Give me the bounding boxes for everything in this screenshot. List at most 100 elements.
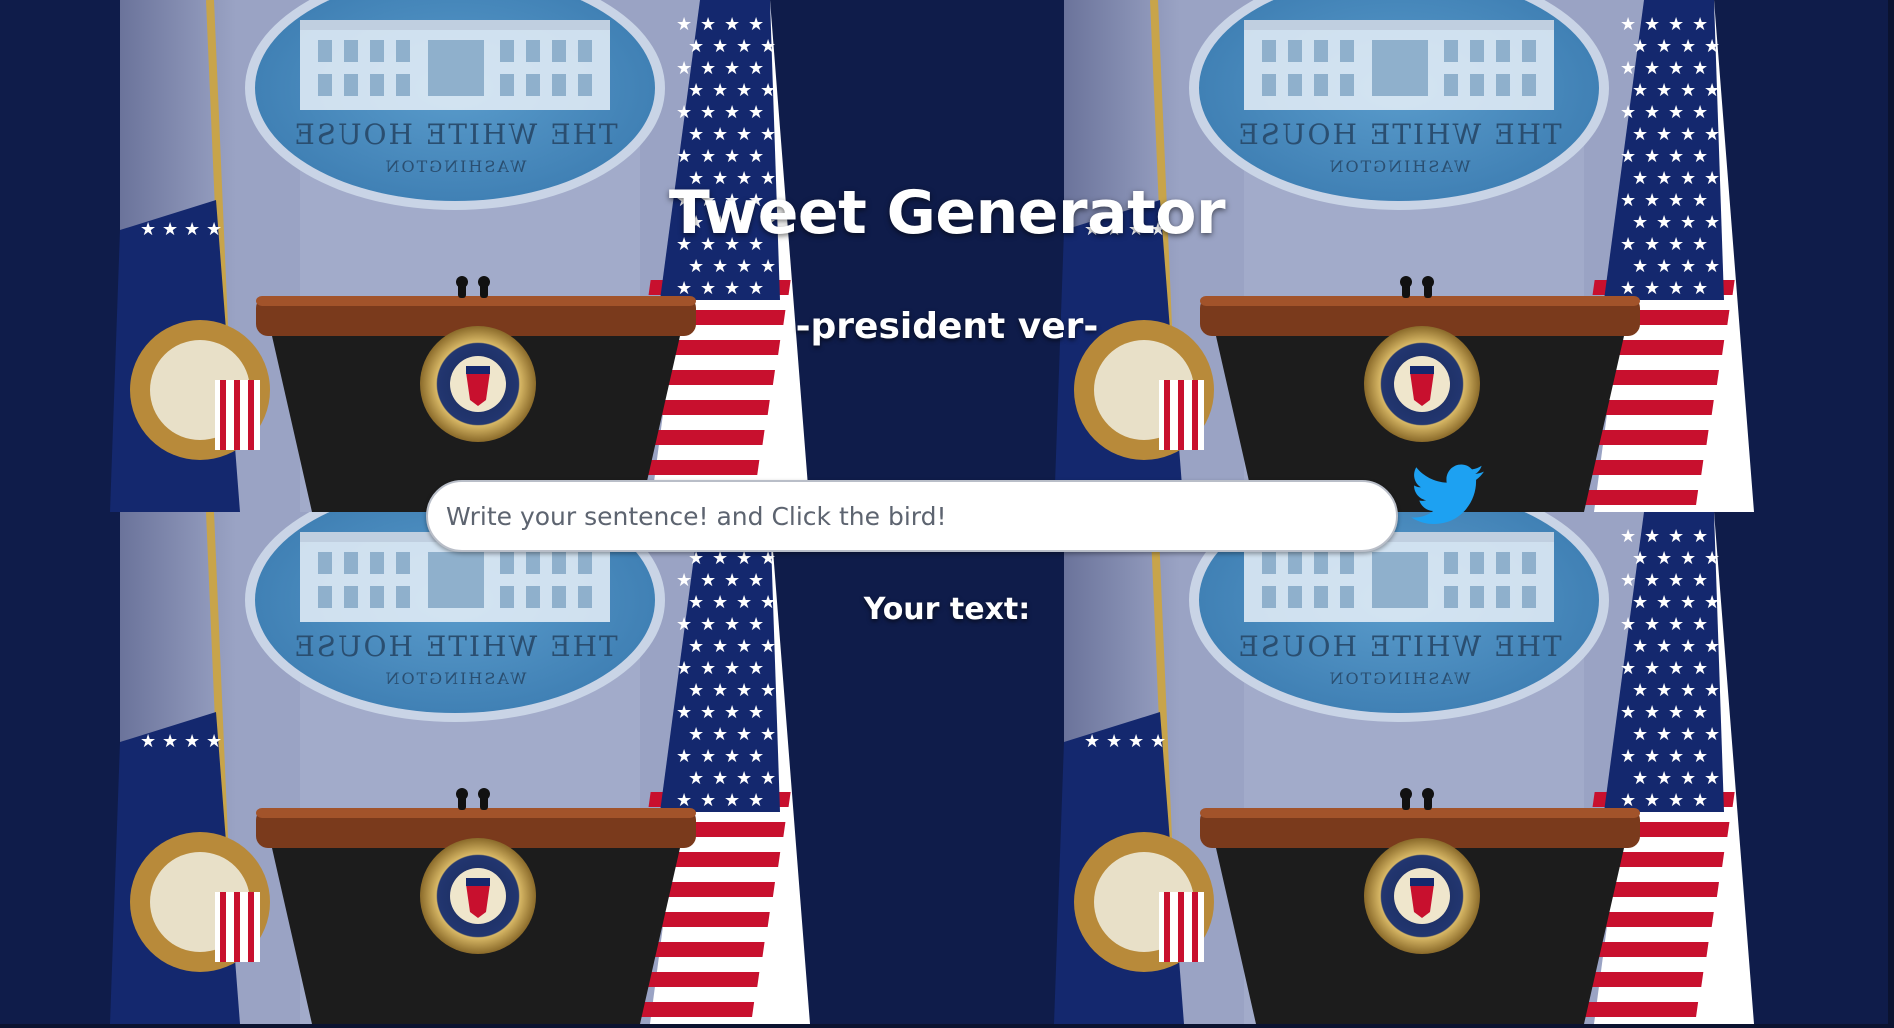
svg-text:★: ★: [712, 124, 728, 145]
svg-text:★: ★: [1680, 680, 1696, 701]
svg-text:★: ★: [1084, 731, 1100, 752]
svg-text:★: ★: [1644, 790, 1660, 811]
svg-text:★: ★: [748, 278, 764, 299]
svg-text:★: ★: [736, 256, 752, 277]
svg-text:★: ★: [1620, 526, 1636, 547]
svg-text:THE WHITE HOUSE: THE WHITE HOUSE: [292, 630, 617, 663]
svg-text:★: ★: [1668, 278, 1684, 299]
svg-text:★: ★: [760, 36, 776, 57]
svg-text:★: ★: [1668, 790, 1684, 811]
svg-text:★: ★: [1692, 146, 1708, 167]
svg-text:★: ★: [1656, 256, 1672, 277]
svg-text:★: ★: [1668, 146, 1684, 167]
svg-text:★: ★: [688, 680, 704, 701]
svg-text:★: ★: [688, 636, 704, 657]
sentence-input[interactable]: [426, 480, 1398, 552]
svg-text:THE WHITE HOUSE: THE WHITE HOUSE: [1236, 630, 1561, 663]
svg-text:★: ★: [760, 768, 776, 789]
svg-text:★: ★: [184, 731, 200, 752]
svg-text:★: ★: [1620, 790, 1636, 811]
svg-text:★: ★: [1620, 102, 1636, 123]
svg-text:★: ★: [676, 278, 692, 299]
svg-text:★: ★: [1620, 14, 1636, 35]
svg-text:★: ★: [1644, 702, 1660, 723]
svg-text:★: ★: [676, 14, 692, 35]
svg-text:★: ★: [1620, 146, 1636, 167]
svg-text:★: ★: [1644, 58, 1660, 79]
svg-text:★: ★: [724, 570, 740, 591]
tweet-generate-button[interactable]: [1411, 462, 1485, 528]
svg-text:★: ★: [688, 768, 704, 789]
svg-text:★: ★: [1704, 680, 1720, 701]
svg-text:WASHINGTON: WASHINGTON: [1327, 157, 1470, 176]
svg-text:★: ★: [712, 256, 728, 277]
svg-text:★: ★: [1632, 36, 1648, 57]
svg-text:★: ★: [1680, 36, 1696, 57]
svg-text:WASHINGTON: WASHINGTON: [1327, 669, 1470, 688]
svg-text:★: ★: [760, 80, 776, 101]
svg-text:★: ★: [1692, 14, 1708, 35]
svg-text:★: ★: [700, 746, 716, 767]
svg-text:★: ★: [1632, 256, 1648, 277]
svg-text:★: ★: [1632, 680, 1648, 701]
svg-text:★: ★: [1632, 768, 1648, 789]
svg-text:WASHINGTON: WASHINGTON: [383, 669, 526, 688]
svg-text:★: ★: [688, 36, 704, 57]
svg-text:★: ★: [1692, 58, 1708, 79]
svg-text:★: ★: [162, 731, 178, 752]
svg-text:★: ★: [748, 58, 764, 79]
svg-text:★: ★: [736, 80, 752, 101]
background-tile: THE WHITE HOUSE WASHINGTON ★ ★ ★ ★ ★ ★ ★ ★ ★ ★ ★ ★…: [944, 0, 1888, 512]
svg-text:★: ★: [1644, 746, 1660, 767]
svg-text:★: ★: [724, 702, 740, 723]
svg-text:★: ★: [748, 702, 764, 723]
svg-text:★: ★: [1668, 746, 1684, 767]
svg-text:★: ★: [1668, 526, 1684, 547]
svg-text:★: ★: [724, 658, 740, 679]
svg-text:★: ★: [140, 731, 156, 752]
svg-text:★: ★: [736, 680, 752, 701]
svg-text:★: ★: [760, 256, 776, 277]
svg-text:★: ★: [700, 278, 716, 299]
svg-text:★: ★: [1644, 526, 1660, 547]
svg-text:★: ★: [760, 636, 776, 657]
twitter-bird-icon: [1411, 464, 1484, 524]
svg-text:★: ★: [1620, 702, 1636, 723]
page-subtitle: -president ver-: [795, 306, 1099, 347]
svg-text:★: ★: [1692, 278, 1708, 299]
svg-text:★: ★: [1620, 746, 1636, 767]
svg-text:★: ★: [688, 256, 704, 277]
svg-text:★: ★: [712, 724, 728, 745]
svg-text:★: ★: [748, 658, 764, 679]
svg-text:★: ★: [1692, 570, 1708, 591]
svg-text:★: ★: [724, 790, 740, 811]
svg-text:★: ★: [1668, 570, 1684, 591]
svg-text:★: ★: [1692, 102, 1708, 123]
svg-text:★: ★: [712, 768, 728, 789]
svg-text:★: ★: [1704, 548, 1720, 569]
svg-text:★: ★: [1632, 124, 1648, 145]
svg-text:★: ★: [712, 636, 728, 657]
svg-text:★: ★: [1668, 14, 1684, 35]
svg-text:★: ★: [688, 124, 704, 145]
svg-text:★: ★: [206, 731, 222, 752]
svg-text:★: ★: [1656, 680, 1672, 701]
svg-text:★: ★: [1680, 124, 1696, 145]
svg-text:★: ★: [724, 102, 740, 123]
svg-text:★: ★: [724, 146, 740, 167]
svg-text:★: ★: [1668, 58, 1684, 79]
svg-text:★: ★: [724, 746, 740, 767]
svg-text:★: ★: [1656, 124, 1672, 145]
svg-text:★: ★: [1632, 636, 1648, 657]
svg-text:★: ★: [676, 58, 692, 79]
svg-text:★: ★: [748, 746, 764, 767]
svg-text:★: ★: [1644, 570, 1660, 591]
svg-text:★: ★: [712, 80, 728, 101]
svg-text:★: ★: [700, 14, 716, 35]
svg-text:THE WHITE HOUSE: THE WHITE HOUSE: [1236, 118, 1561, 151]
svg-text:★: ★: [1644, 146, 1660, 167]
svg-text:★: ★: [760, 680, 776, 701]
result-label: Your text:: [863, 592, 1031, 627]
svg-text:★: ★: [760, 724, 776, 745]
svg-text:★: ★: [1656, 80, 1672, 101]
